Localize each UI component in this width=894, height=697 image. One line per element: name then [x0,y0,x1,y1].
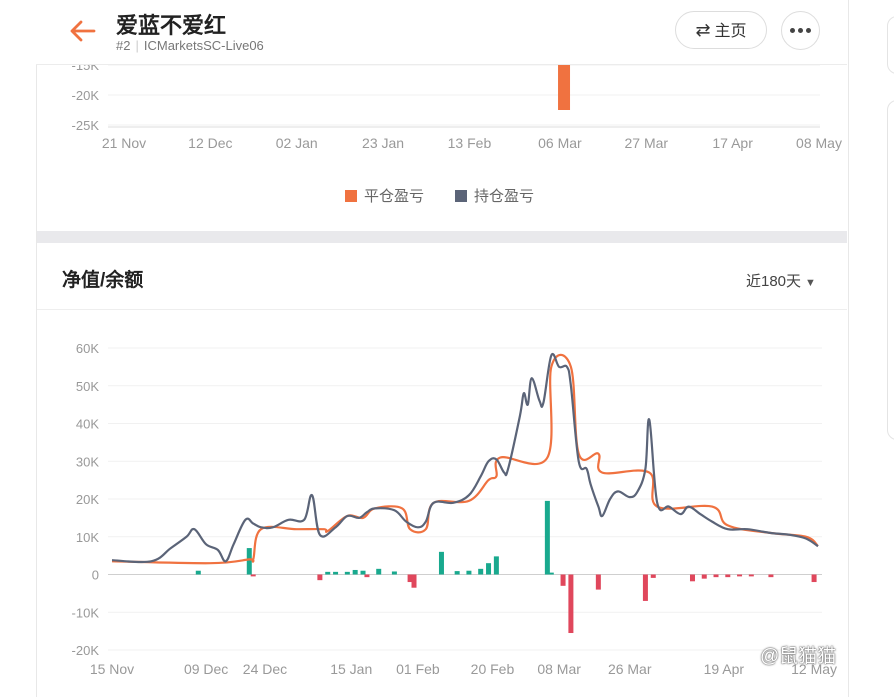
home-button[interactable]: ⇄ 主页 [675,11,767,49]
x-tick-label: 27 Mar [624,135,668,151]
y-tick-label: 30K [76,454,99,469]
loss-bar [317,574,323,581]
profit-bar [360,570,366,575]
swap-icon: ⇄ [695,20,711,40]
y-tick-label: -20K [72,88,100,103]
range-dropdown-label: 近180天 [746,273,802,290]
caret-down-icon: ▼ [805,277,816,289]
pnl-bar [558,60,571,110]
loss-bar [568,574,574,634]
x-tick-label: 19 Apr [704,661,745,677]
profit-bar [548,572,554,575]
x-tick-label: 20 Feb [471,661,515,677]
section-title: 净值/余额 [62,270,144,291]
loss-bar [650,574,656,578]
rank-badge: #2 [116,38,131,53]
x-tick-label: 15 Jan [330,661,372,677]
equity-balance-chart: 60K 50K 40K 30K 20K 10K 0 -10K -20K 15 Nov 09 Dec 2… [72,341,838,677]
page-title: 爱蓝不爱红 [116,13,227,38]
x-tick-label: 12 Dec [188,135,232,151]
legend-label-closed: 平仓盈亏 [364,188,425,205]
legend-item-closed[interactable]: 平仓盈亏 [345,185,424,206]
x-tick-label: 09 Dec [184,661,228,677]
y-tick-label: 10K [76,530,99,545]
loss-bar [811,574,817,583]
profit-bar [544,500,550,575]
y-tick-label: 60K [76,341,99,356]
loss-bar [713,574,719,578]
x-tick-label: 01 Feb [396,661,440,677]
profit-bar [246,548,252,575]
profit-bar [478,568,484,575]
loss-bar [411,574,417,588]
loss-bar [250,574,256,577]
profit-bar [391,571,397,575]
x-tick-label: 21 Nov [102,135,146,151]
loss-bar [768,574,774,578]
equity-line [111,352,819,564]
profit-bar [466,570,472,575]
profit-bar [352,569,358,575]
x-tick-label: 13 Feb [448,135,492,151]
x-tick-label: 15 Nov [90,661,134,677]
legend-item-floating[interactable]: 持仓盈亏 [455,185,534,206]
loss-bar [725,574,731,578]
y-tick-label: 40K [76,417,99,432]
page-header: 爱蓝不爱红 #2 | ICMarketsSC-Live06 ⇄ 主页 [36,0,847,65]
loss-bar [595,574,601,590]
x-tick-label: 08 Mar [537,661,581,677]
account-name: ICMarketsSC-Live06 [143,38,264,53]
y-tick-label: 20K [76,492,99,507]
profit-bar [376,568,382,575]
x-tick-label: 02 Jan [276,135,318,151]
account-subtitle: #2 | ICMarketsSC-Live06 [116,38,264,53]
loss-bar [364,574,370,578]
legend-swatch-floating [455,189,467,202]
x-tick-label: 08 May [796,135,842,151]
legend-swatch-closed [345,189,357,202]
profit-bar [344,571,350,575]
x-tick-label: 26 Mar [608,661,652,677]
more-dots-icon [790,28,811,33]
loss-bar [748,574,754,577]
loss-bar [689,574,695,582]
profit-bar [333,571,339,575]
profit-bar [325,571,331,575]
x-tick-label: 06 Mar [538,135,582,151]
loss-bar [737,574,743,577]
more-button[interactable] [781,11,820,50]
section-separator [37,231,847,243]
profit-bar [195,570,201,575]
back-button[interactable] [66,14,100,48]
y-tick-label: -25K [72,118,100,133]
loss-bar [701,574,707,579]
y-tick-label: 0 [92,568,99,583]
loss-bar [642,574,648,601]
y-tick-label: -10K [72,605,100,620]
home-button-label: 主页 [714,23,747,40]
range-dropdown[interactable]: 近180天 ▼ [746,270,816,291]
x-tick-label: 23 Jan [362,135,404,151]
x-tick-label: 24 Dec [243,661,287,677]
profit-bar [454,571,460,575]
arrow-left-icon [70,20,96,42]
y-tick-label: -20K [72,643,100,658]
legend-label-floating: 持仓盈亏 [474,188,535,205]
y-tick-label: 50K [76,379,99,394]
x-tick-label: 17 Apr [712,135,753,151]
watermark: @鼠猫猫 [760,646,837,667]
profit-bar [486,563,492,575]
profit-bar [493,556,499,575]
loss-bar [560,574,566,586]
profit-bar [438,551,444,575]
